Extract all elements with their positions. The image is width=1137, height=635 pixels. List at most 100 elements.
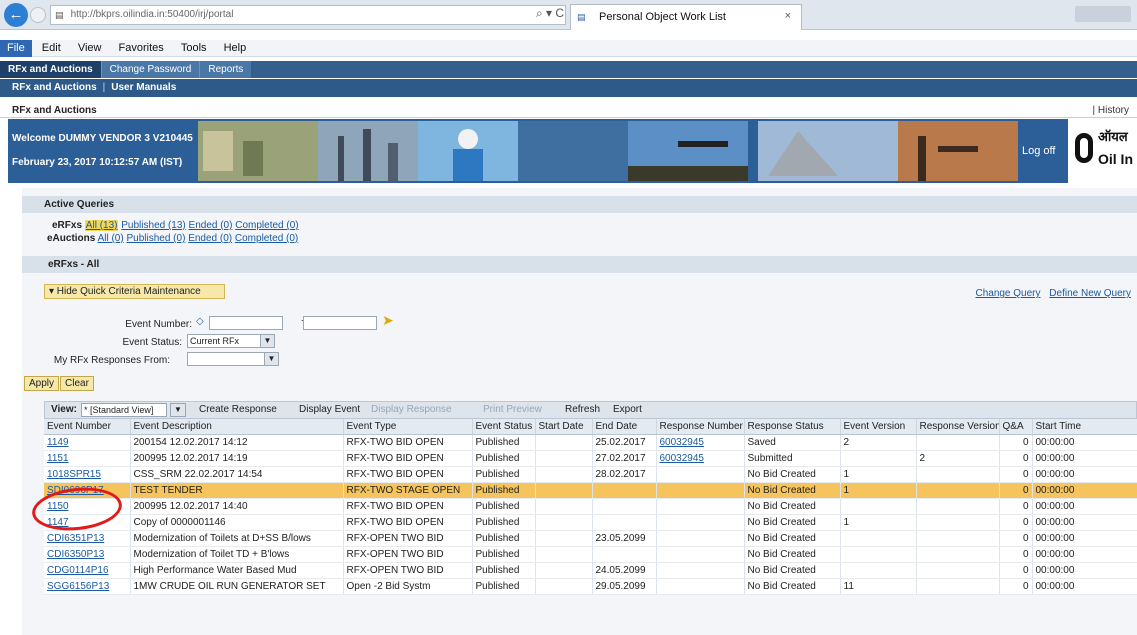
cell-num[interactable]: SGG6156P13 xyxy=(44,578,131,595)
responses-from-select[interactable]: ▼ xyxy=(187,352,279,366)
cell-end: 25.02.2017 xyxy=(592,434,657,451)
tab-close-icon[interactable]: × xyxy=(785,10,791,22)
column-header[interactable]: Start Time xyxy=(1032,419,1137,435)
refresh-button[interactable]: Refresh xyxy=(565,404,600,415)
eauction-all-link[interactable]: All (0) xyxy=(98,233,124,244)
view-select[interactable]: * [Standard View] xyxy=(81,403,167,417)
eauction-published-link[interactable]: Published (0) xyxy=(126,233,185,244)
cell-end: 23.05.2099 xyxy=(592,530,657,547)
export-button[interactable]: Export xyxy=(613,404,642,415)
create-response-button[interactable]: Create Response xyxy=(199,404,277,415)
table-row[interactable]: SGG6156P13 1MW CRUDE OIL RUN GENERATOR SE… xyxy=(44,578,1137,595)
erfx-all-link[interactable]: All (13) xyxy=(84,220,119,231)
print-preview-button[interactable]: Print Preview xyxy=(483,404,542,415)
cell-ev: 1 xyxy=(840,514,917,531)
cell-num[interactable]: CDI6351P13 xyxy=(44,530,131,547)
table-row[interactable]: CDI6350P13 Modernization of Toilet TD + B… xyxy=(44,546,1137,563)
cell-desc: CSS_SRM 22.02.2017 14:54 xyxy=(130,466,344,483)
column-header[interactable]: End Date xyxy=(592,419,657,435)
menu-tools[interactable]: Tools xyxy=(174,40,214,57)
eauction-completed-link[interactable]: Completed (0) xyxy=(235,233,298,244)
menu-help[interactable]: Help xyxy=(217,40,254,57)
change-query-link[interactable]: Change Query xyxy=(975,288,1040,299)
history-menu[interactable]: | History xyxy=(1093,104,1130,118)
clear-button[interactable]: Clear xyxy=(60,376,94,391)
cell-resp[interactable]: 60032945 xyxy=(656,434,745,451)
tab-rfx-auctions[interactable]: RFx and Auctions xyxy=(0,61,101,78)
browser-tab[interactable]: ▤ Personal Object Work List × xyxy=(570,4,802,30)
column-header[interactable]: Event Number xyxy=(44,419,131,435)
column-header[interactable]: Event Status xyxy=(472,419,536,435)
cell-num[interactable]: 1149 xyxy=(44,434,131,451)
column-header[interactable]: Q&A xyxy=(999,419,1033,435)
cell-qa: 0 xyxy=(999,434,1033,451)
cell-qa: 0 xyxy=(999,482,1033,499)
column-header[interactable]: Start Date xyxy=(535,419,593,435)
define-query-link[interactable]: Define New Query xyxy=(1049,288,1131,299)
chevron-down-icon[interactable]: ▼ xyxy=(171,404,185,416)
go-arrow-icon[interactable]: ➤ xyxy=(382,312,394,329)
address-url: http://bkprs.oilindia.in:50400/irj/porta… xyxy=(70,9,234,20)
table-row[interactable]: 1147 Copy of 0000001146 RFX-TWO BID OPEN Pu… xyxy=(44,514,1137,531)
erfx-published-link[interactable]: Published (13) xyxy=(121,220,185,231)
nav-rfx-auctions[interactable]: RFx and Auctions xyxy=(12,82,97,93)
window-controls[interactable] xyxy=(1075,6,1131,22)
nav-user-manuals[interactable]: User Manuals xyxy=(111,82,176,93)
cell-resp[interactable]: 60032945 xyxy=(656,450,745,467)
table-row[interactable]: 1150 200995 12.02.2017 14:40 RFX-TWO BID O… xyxy=(44,498,1137,515)
table-row[interactable]: 1018SPR15 CSS_SRM 22.02.2017 14:54 RFX-TWO… xyxy=(44,466,1137,483)
chevron-down-icon[interactable]: ▼ xyxy=(260,335,274,347)
column-header[interactable]: Event Description xyxy=(130,419,344,435)
display-response-button[interactable]: Display Response xyxy=(371,404,452,415)
eauction-query-row: eAuctions All (0) Published (0) Ended (0… xyxy=(47,233,298,244)
menu-view[interactable]: View xyxy=(71,40,109,57)
column-header[interactable]: Response Version xyxy=(916,419,1000,435)
table-row[interactable]: CDG0114P16 High Performance Water Based M… xyxy=(44,562,1137,579)
chevron-down-icon[interactable]: ▼ xyxy=(264,353,278,365)
cell-type: Open -2 Bid Systm xyxy=(343,578,473,595)
cell-num[interactable]: 1018SPR15 xyxy=(44,466,131,483)
table-row[interactable]: 1149 200154 12.02.2017 14:12 RFX-TWO BID O… xyxy=(44,434,1137,451)
forward-button[interactable] xyxy=(30,7,46,23)
menu-favorites[interactable]: Favorites xyxy=(112,40,171,57)
cell-start xyxy=(535,482,593,499)
cell-rstatus: No Bid Created xyxy=(744,578,841,595)
cell-num[interactable]: CDI6350P13 xyxy=(44,546,131,563)
results-table-wrapper: View: * [Standard View] ▼ Create Respons… xyxy=(44,401,1137,595)
cell-num[interactable]: 1151 xyxy=(44,450,131,467)
erfx-label: eRFxs xyxy=(52,220,83,231)
event-number-to-input[interactable] xyxy=(303,316,377,330)
active-queries-header: Active Queries xyxy=(22,196,1137,213)
search-refresh-icon[interactable]: ⌕ ▾ C xyxy=(536,6,564,21)
view-dropdown[interactable]: ▼ xyxy=(170,403,186,417)
erfx-completed-link[interactable]: Completed (0) xyxy=(235,220,298,231)
display-event-button[interactable]: Display Event xyxy=(299,404,360,415)
eauction-ended-link[interactable]: Ended (0) xyxy=(188,233,232,244)
cell-num[interactable]: CDG0114P16 xyxy=(44,562,131,579)
back-arrow-icon[interactable]: ← xyxy=(4,3,28,27)
column-header[interactable]: Event Type xyxy=(343,419,473,435)
multi-select-icon[interactable]: ◇ xyxy=(196,316,204,327)
event-number-from-input[interactable] xyxy=(209,316,283,330)
address-bar[interactable]: ▤ http://bkprs.oilindia.in:50400/irj/por… xyxy=(50,5,566,25)
logoff-link[interactable]: Log off xyxy=(1022,145,1055,157)
cell-desc: 200995 12.02.2017 14:19 xyxy=(130,450,344,467)
column-header[interactable]: Event Version xyxy=(840,419,917,435)
tab-reports[interactable]: Reports xyxy=(199,61,252,78)
menu-file[interactable]: File xyxy=(0,40,32,57)
erfx-ended-link[interactable]: Ended (0) xyxy=(189,220,233,231)
column-header[interactable]: Response Number xyxy=(656,419,745,435)
banner-date: February 23, 2017 10:12:57 AM (IST) xyxy=(12,157,183,168)
cell-ev: 2 xyxy=(840,434,917,451)
table-row[interactable]: 1151 200995 12.02.2017 14:19 RFX-TWO BID O… xyxy=(44,450,1137,467)
event-status-select[interactable]: Current RFx ▼ xyxy=(187,334,275,348)
apply-button[interactable]: Apply xyxy=(24,376,60,391)
tab-change-password[interactable]: Change Password xyxy=(100,61,200,78)
column-header[interactable]: Response Status xyxy=(744,419,841,435)
table-row[interactable]: SDI0696P17 TEST TENDER RFX-TWO STAGE OPEN P… xyxy=(44,482,1137,499)
hide-criteria-toggle[interactable]: ▾ Hide Quick Criteria Maintenance xyxy=(44,284,225,299)
menu-edit[interactable]: Edit xyxy=(35,40,68,57)
cell-rstatus: No Bid Created xyxy=(744,546,841,563)
table-row[interactable]: CDI6351P13 Modernization of Toilets at D+… xyxy=(44,530,1137,547)
page-icon: ▤ xyxy=(577,12,586,22)
